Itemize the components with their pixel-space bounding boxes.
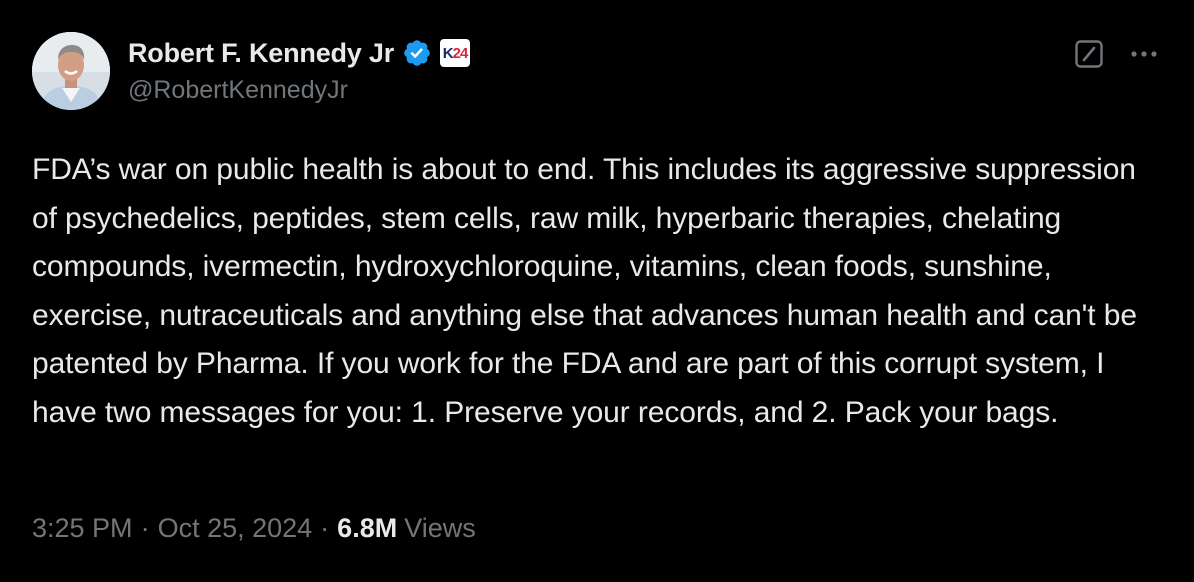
more-dots-icon[interactable]: [1124, 38, 1164, 70]
verified-badge-icon[interactable]: [402, 38, 432, 68]
author-avatar[interactable]: [32, 32, 110, 110]
avatar-portrait: [32, 32, 110, 110]
tweet-card: Robert F. Kennedy Jr K24 @RobertKennedyJ…: [0, 0, 1194, 582]
meta-separator: ·: [140, 513, 150, 543]
meta-separator: ·: [320, 513, 330, 543]
author-handle[interactable]: @RobertKennedyJr: [128, 76, 348, 105]
views-label[interactable]: Views: [404, 513, 476, 544]
author-display-name[interactable]: Robert F. Kennedy Jr: [128, 38, 394, 69]
views-count[interactable]: 6.8M: [337, 513, 397, 544]
tweet-meta: 3:25 PM · Oct 25, 2024 · 6.8M Views: [32, 513, 476, 544]
author-name-row: Robert F. Kennedy Jr K24: [128, 36, 471, 70]
tweet-timestamp-date[interactable]: Oct 25, 2024: [158, 513, 313, 544]
grok-slash-icon[interactable]: [1073, 38, 1105, 70]
tweet-text: FDA’s war on public health is about to e…: [32, 153, 1146, 429]
k24-campaign-badge-icon[interactable]: K24: [440, 39, 471, 67]
tweet-timestamp-time[interactable]: 3:25 PM: [32, 513, 133, 544]
